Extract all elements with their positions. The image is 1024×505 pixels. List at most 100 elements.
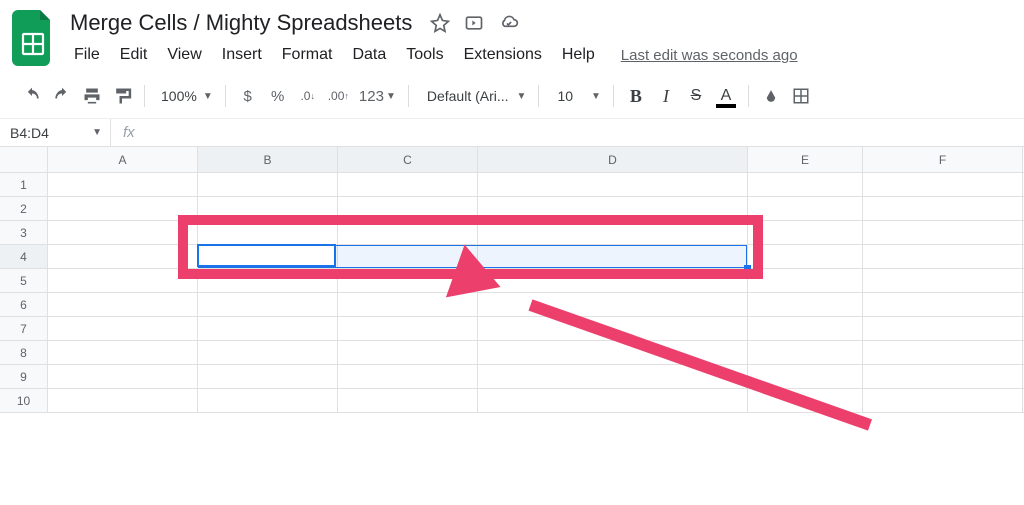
menu-tools[interactable]: Tools xyxy=(398,42,451,68)
cell-B4[interactable] xyxy=(198,245,338,268)
cell-D8[interactable] xyxy=(478,341,748,364)
cell-D10[interactable] xyxy=(478,389,748,412)
cell-A9[interactable] xyxy=(48,365,198,388)
name-box[interactable]: B4:D4 ▼ xyxy=(0,119,110,146)
cell-C3[interactable] xyxy=(338,221,478,244)
cell-C2[interactable] xyxy=(338,197,478,220)
column-header-A[interactable]: A xyxy=(48,147,198,172)
cell-B7[interactable] xyxy=(198,317,338,340)
increase-decimal-button[interactable]: .00↑ xyxy=(324,82,353,110)
menu-help[interactable]: Help xyxy=(554,42,603,68)
row-header-5[interactable]: 5 xyxy=(0,269,48,292)
cell-E2[interactable] xyxy=(748,197,863,220)
cell-F7[interactable] xyxy=(863,317,1023,340)
cell-D6[interactable] xyxy=(478,293,748,316)
cell-B10[interactable] xyxy=(198,389,338,412)
cell-A5[interactable] xyxy=(48,269,198,292)
fill-color-button[interactable] xyxy=(757,82,785,110)
cell-F10[interactable] xyxy=(863,389,1023,412)
cell-A2[interactable] xyxy=(48,197,198,220)
move-icon[interactable] xyxy=(464,13,484,33)
formula-bar[interactable]: fx xyxy=(110,119,1024,146)
percent-button[interactable]: % xyxy=(264,82,292,110)
font-dropdown[interactable]: Default (Ari...▼ xyxy=(417,82,531,110)
last-edit-link[interactable]: Last edit was seconds ago xyxy=(621,47,798,64)
menu-data[interactable]: Data xyxy=(344,42,394,68)
menu-extensions[interactable]: Extensions xyxy=(456,42,550,68)
currency-button[interactable]: $ xyxy=(234,82,262,110)
star-icon[interactable] xyxy=(430,13,450,33)
cell-D5[interactable] xyxy=(478,269,748,292)
cloud-status-icon[interactable] xyxy=(498,13,520,33)
font-size-dropdown[interactable]: 10▼ xyxy=(547,82,604,110)
cell-A4[interactable] xyxy=(48,245,198,268)
cell-D1[interactable] xyxy=(478,173,748,196)
menu-file[interactable]: File xyxy=(66,42,108,68)
cell-E6[interactable] xyxy=(748,293,863,316)
cell-F4[interactable] xyxy=(863,245,1023,268)
column-header-F[interactable]: F xyxy=(863,147,1023,172)
cell-F6[interactable] xyxy=(863,293,1023,316)
cell-C5[interactable] xyxy=(338,269,478,292)
cell-E1[interactable] xyxy=(748,173,863,196)
cell-F9[interactable] xyxy=(863,365,1023,388)
cell-A1[interactable] xyxy=(48,173,198,196)
cell-E3[interactable] xyxy=(748,221,863,244)
cell-E7[interactable] xyxy=(748,317,863,340)
cell-C6[interactable] xyxy=(338,293,478,316)
cell-D9[interactable] xyxy=(478,365,748,388)
row-header-8[interactable]: 8 xyxy=(0,341,48,364)
redo-button[interactable] xyxy=(48,82,76,110)
row-header-3[interactable]: 3 xyxy=(0,221,48,244)
row-header-1[interactable]: 1 xyxy=(0,173,48,196)
cell-B2[interactable] xyxy=(198,197,338,220)
row-header-6[interactable]: 6 xyxy=(0,293,48,316)
sheets-logo[interactable] xyxy=(12,10,54,66)
cell-C4[interactable] xyxy=(338,245,478,268)
column-header-C[interactable]: C xyxy=(338,147,478,172)
cell-B8[interactable] xyxy=(198,341,338,364)
cell-B9[interactable] xyxy=(198,365,338,388)
cell-B1[interactable] xyxy=(198,173,338,196)
cell-D4[interactable] xyxy=(478,245,748,268)
cell-F1[interactable] xyxy=(863,173,1023,196)
row-header-7[interactable]: 7 xyxy=(0,317,48,340)
cell-A10[interactable] xyxy=(48,389,198,412)
cell-F5[interactable] xyxy=(863,269,1023,292)
cell-C9[interactable] xyxy=(338,365,478,388)
menu-format[interactable]: Format xyxy=(274,42,341,68)
cell-E10[interactable] xyxy=(748,389,863,412)
cell-C1[interactable] xyxy=(338,173,478,196)
column-header-B[interactable]: B xyxy=(198,147,338,172)
undo-button[interactable] xyxy=(18,82,46,110)
select-all-corner[interactable] xyxy=(0,147,48,172)
cell-A3[interactable] xyxy=(48,221,198,244)
menu-edit[interactable]: Edit xyxy=(112,42,156,68)
cell-D7[interactable] xyxy=(478,317,748,340)
borders-button[interactable] xyxy=(787,82,815,110)
menu-insert[interactable]: Insert xyxy=(214,42,270,68)
row-header-4[interactable]: 4 xyxy=(0,245,48,268)
paint-format-button[interactable] xyxy=(108,82,136,110)
cell-C10[interactable] xyxy=(338,389,478,412)
number-format-dropdown[interactable]: 123▼ xyxy=(355,82,400,110)
column-header-D[interactable]: D xyxy=(478,147,748,172)
print-button[interactable] xyxy=(78,82,106,110)
cell-D3[interactable] xyxy=(478,221,748,244)
cell-B6[interactable] xyxy=(198,293,338,316)
cell-B3[interactable] xyxy=(198,221,338,244)
cell-E5[interactable] xyxy=(748,269,863,292)
cell-A7[interactable] xyxy=(48,317,198,340)
row-header-9[interactable]: 9 xyxy=(0,365,48,388)
column-header-E[interactable]: E xyxy=(748,147,863,172)
cell-E8[interactable] xyxy=(748,341,863,364)
spreadsheet-grid[interactable]: ABCDEF 12345678910 xyxy=(0,147,1024,413)
cell-D2[interactable] xyxy=(478,197,748,220)
cell-F3[interactable] xyxy=(863,221,1023,244)
cell-A6[interactable] xyxy=(48,293,198,316)
row-header-10[interactable]: 10 xyxy=(0,389,48,412)
strikethrough-button[interactable]: S xyxy=(682,82,710,110)
italic-button[interactable]: I xyxy=(652,82,680,110)
cell-C7[interactable] xyxy=(338,317,478,340)
row-header-2[interactable]: 2 xyxy=(0,197,48,220)
